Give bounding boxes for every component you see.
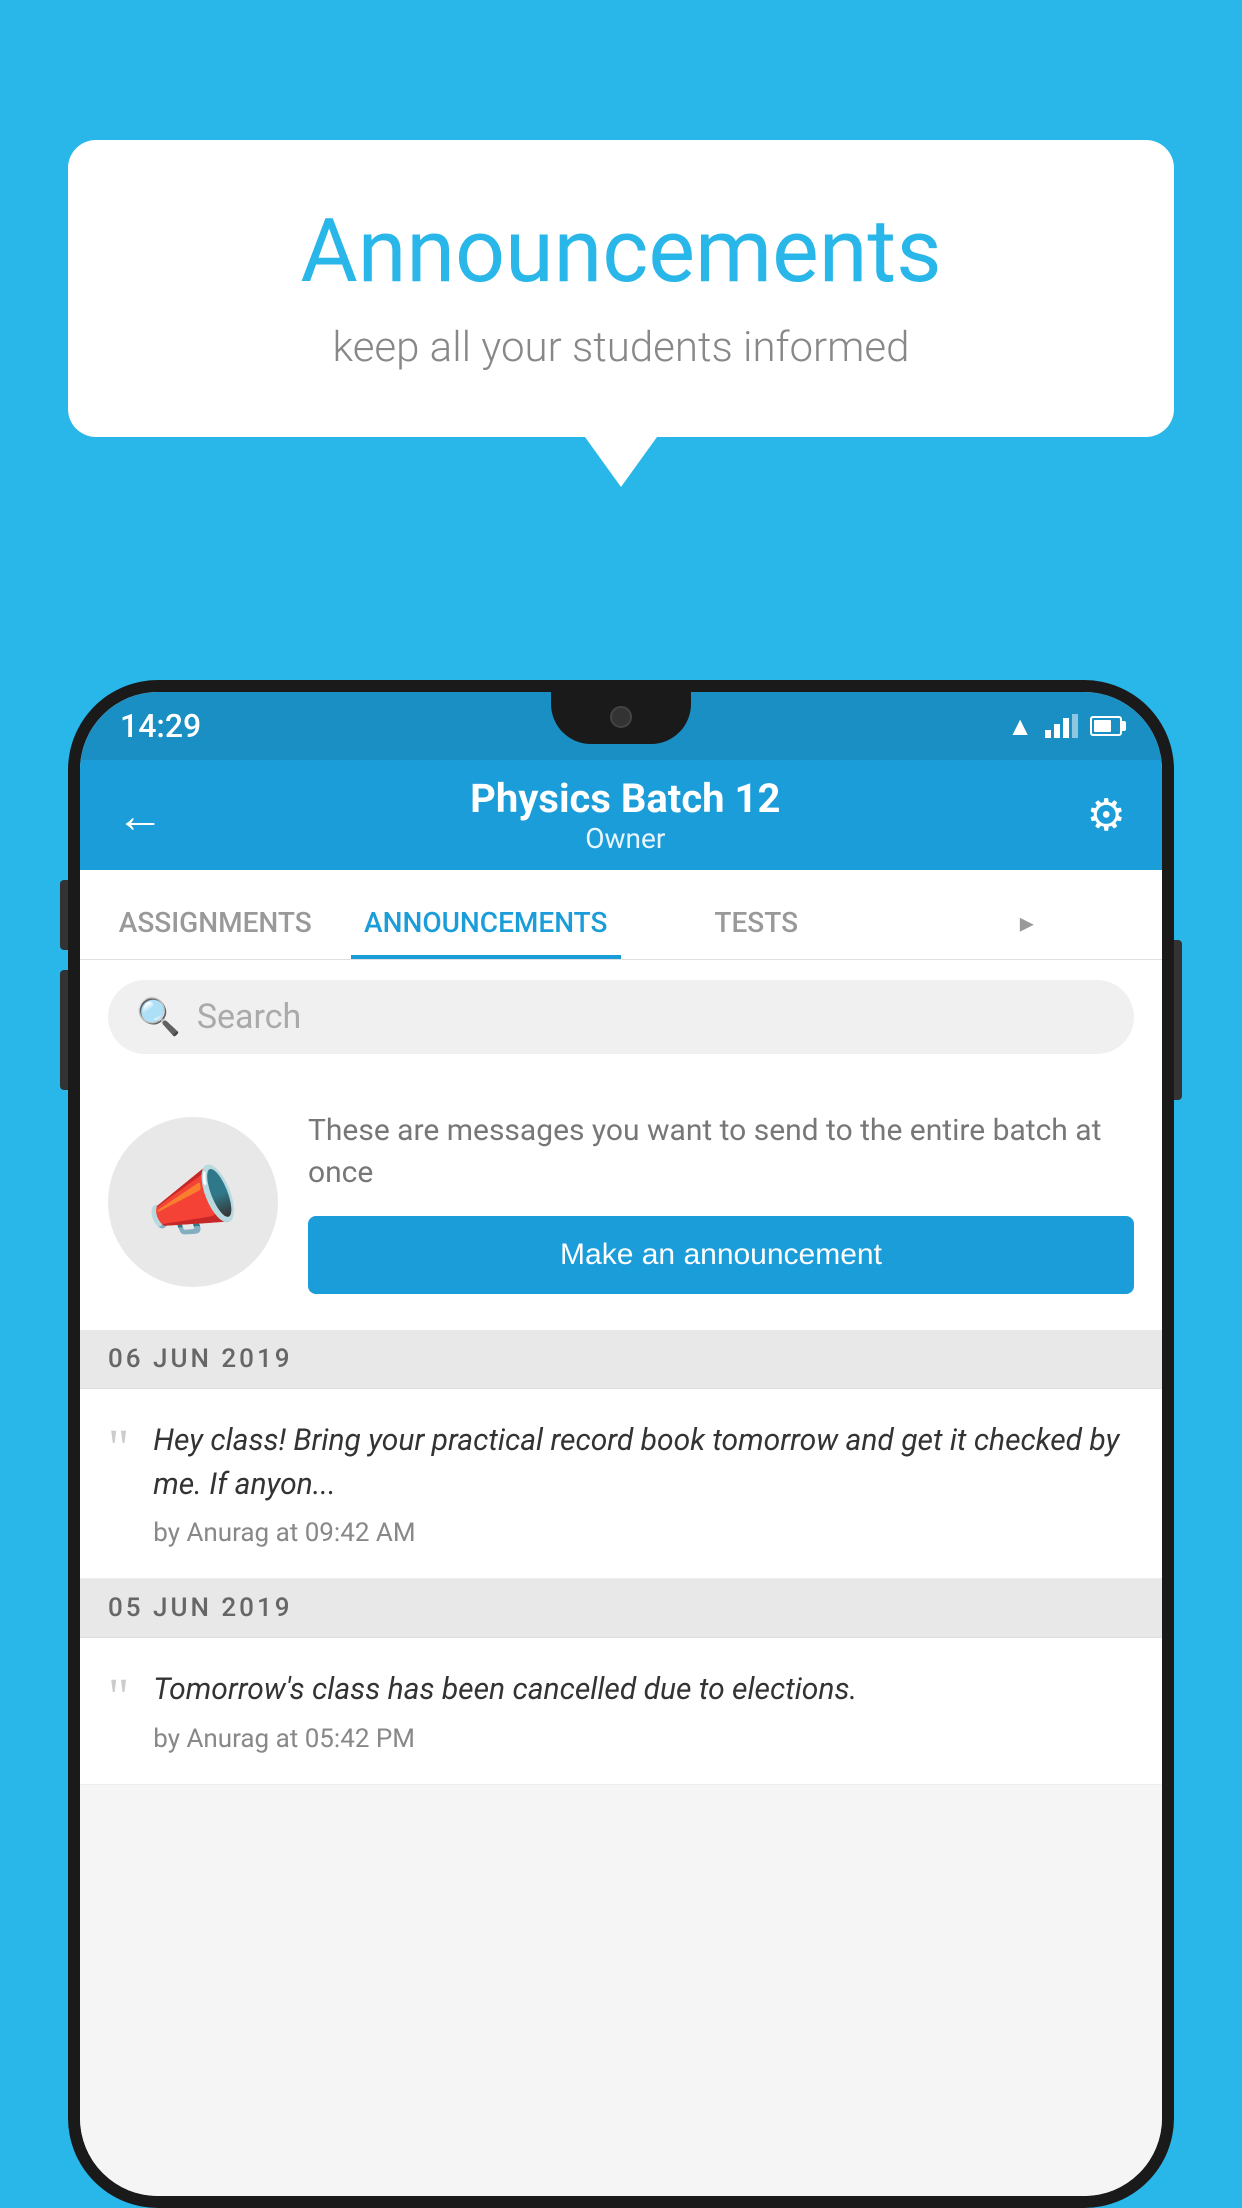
phone-outer-body: 14:29 ▲ — [68, 680, 1174, 2208]
tab-tests[interactable]: TESTS — [621, 906, 892, 959]
batch-title: Physics Batch 12 — [470, 775, 780, 822]
megaphone-icon: 📣 — [146, 1158, 239, 1246]
speech-bubble-subtitle: keep all your students informed — [148, 323, 1094, 372]
status-icons: ▲ — [1007, 711, 1122, 742]
phone-mockup: 14:29 ▲ — [68, 680, 1174, 2208]
date-separator-2: 05 JUN 2019 — [80, 1579, 1162, 1638]
message-item-2[interactable]: " Tomorrow's class has been cancelled du… — [80, 1638, 1162, 1785]
announcement-right-section: These are messages you want to send to t… — [308, 1110, 1134, 1294]
content-area: 🔍 Search 📣 These are messages you want t… — [80, 960, 1162, 2196]
battery-icon — [1090, 716, 1122, 736]
message-content-2: Tomorrow's class has been cancelled due … — [153, 1668, 1134, 1754]
phone-volume-down-button — [60, 970, 68, 1090]
front-camera — [610, 706, 632, 728]
search-bar[interactable]: 🔍 Search — [108, 980, 1134, 1054]
message-text-1: Hey class! Bring your practical record b… — [153, 1419, 1134, 1506]
phone-notch — [551, 692, 691, 744]
speech-bubble-section: Announcements keep all your students inf… — [68, 140, 1174, 487]
tab-assignments[interactable]: ASSIGNMENTS — [80, 906, 351, 959]
message-content-1: Hey class! Bring your practical record b… — [153, 1419, 1134, 1548]
speech-bubble-title: Announcements — [148, 200, 1094, 303]
app-header: ← Physics Batch 12 Owner ⚙ — [80, 760, 1162, 870]
make-announcement-button[interactable]: Make an announcement — [308, 1216, 1134, 1294]
status-time: 14:29 — [120, 707, 201, 745]
status-bar: 14:29 ▲ — [80, 692, 1162, 760]
phone-power-button — [1174, 940, 1182, 1100]
quote-icon-2: " — [108, 1672, 129, 1724]
message-meta-2: by Anurag at 05:42 PM — [153, 1724, 1134, 1754]
search-icon: 🔍 — [136, 996, 181, 1038]
message-text-2: Tomorrow's class has been cancelled due … — [153, 1668, 1134, 1712]
settings-icon[interactable]: ⚙ — [1087, 789, 1126, 841]
announcement-description: These are messages you want to send to t… — [308, 1110, 1134, 1194]
speech-bubble-arrow — [585, 437, 657, 487]
phone-volume-up-button — [60, 880, 68, 950]
tab-more[interactable]: ▸ — [892, 906, 1163, 959]
search-bar-wrapper: 🔍 Search — [80, 960, 1162, 1074]
tabs-bar: ASSIGNMENTS ANNOUNCEMENTS TESTS ▸ — [80, 870, 1162, 960]
tab-announcements[interactable]: ANNOUNCEMENTS — [351, 906, 622, 959]
speech-bubble-card: Announcements keep all your students inf… — [68, 140, 1174, 437]
back-button[interactable]: ← — [116, 787, 164, 844]
announcement-intro-card: 📣 These are messages you want to send to… — [80, 1074, 1162, 1330]
wifi-icon: ▲ — [1007, 711, 1033, 742]
signal-bars-icon — [1045, 714, 1078, 738]
message-item-1[interactable]: " Hey class! Bring your practical record… — [80, 1389, 1162, 1579]
date-separator-1: 06 JUN 2019 — [80, 1330, 1162, 1389]
owner-label: Owner — [470, 822, 780, 855]
quote-icon-1: " — [108, 1423, 129, 1475]
phone-screen: 14:29 ▲ — [80, 692, 1162, 2196]
announcement-icon-circle: 📣 — [108, 1117, 278, 1287]
message-meta-1: by Anurag at 09:42 AM — [153, 1518, 1134, 1548]
search-placeholder: Search — [197, 997, 301, 1037]
header-center: Physics Batch 12 Owner — [470, 775, 780, 855]
